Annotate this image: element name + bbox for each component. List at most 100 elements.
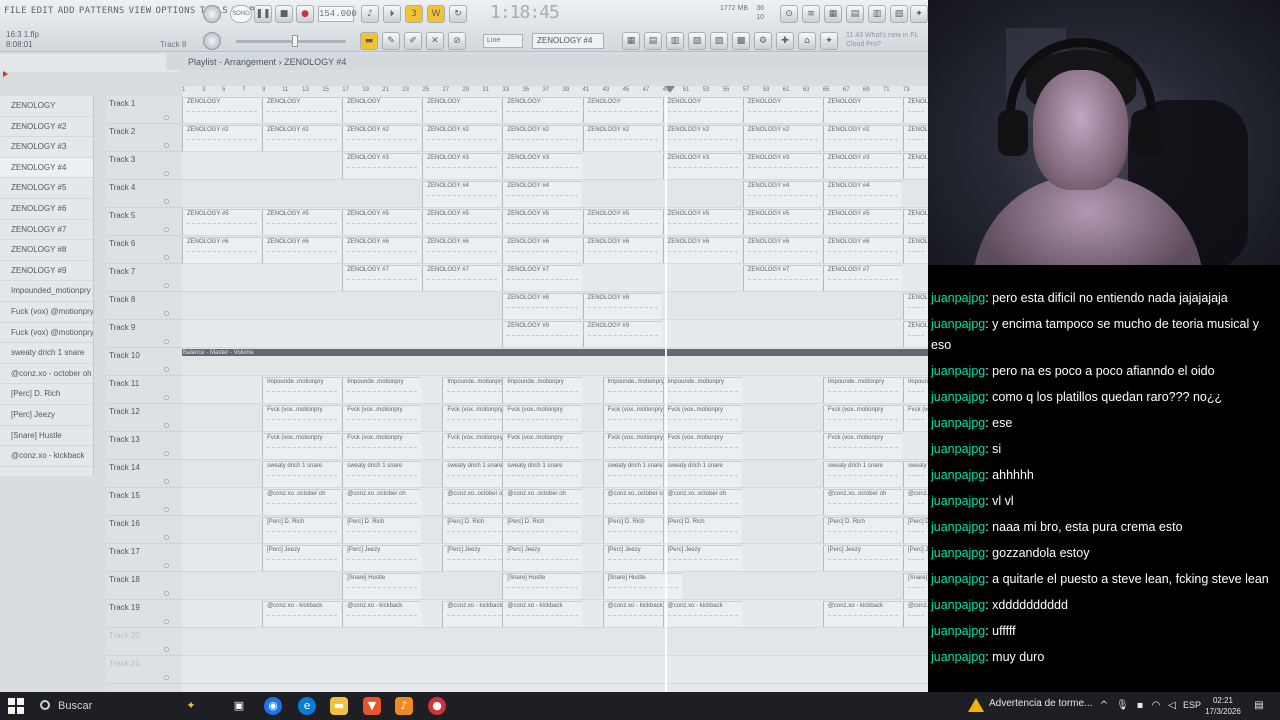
track-mute-led[interactable] xyxy=(164,311,169,316)
browser-item[interactable]: @conz.xo - kickback xyxy=(0,446,93,467)
track-mute-led[interactable] xyxy=(164,675,169,680)
pattern-clip[interactable]: ZENOLOGY #6 xyxy=(262,237,342,263)
news-panel[interactable]: 11:43 What's new in FL Cloud Pro? xyxy=(846,31,918,49)
pattern-clip[interactable]: Fvck (vox..motionpry xyxy=(262,433,342,459)
tempo-display[interactable]: 154.000 xyxy=(318,6,357,22)
channel-rack-icon[interactable]: ▦ xyxy=(824,5,842,23)
pattern-clip[interactable]: ZENOLOGY #2 xyxy=(262,125,342,151)
pattern-clip[interactable]: Impounde..motionpry xyxy=(502,377,582,403)
pattern-clip[interactable]: sweaty drich 1 snare xyxy=(262,461,342,487)
taskbar-search[interactable]: Buscar xyxy=(34,695,174,717)
track-mute-led[interactable] xyxy=(164,507,169,512)
weather-alert[interactable]: Advertencia de torme... xyxy=(989,698,1092,709)
automation-clip[interactable] xyxy=(182,349,928,356)
pattern-clip[interactable]: ZENOLOGY #5 xyxy=(902,209,928,235)
master-volume-slider-handle[interactable] xyxy=(292,35,298,47)
pattern-clip[interactable]: @conz.xo..october oh xyxy=(902,489,928,515)
pattern-clip[interactable]: ZENOLOGY #5 xyxy=(582,209,662,235)
pattern-clip[interactable]: [Perc] Jeezy xyxy=(902,545,928,571)
playlist-title-bar[interactable]: Playlist - Arrangement › ZENOLOGY #4 xyxy=(166,54,928,70)
track-header[interactable]: Track 16 xyxy=(106,516,182,544)
wait-input-icon[interactable]: ⏵ xyxy=(383,5,401,23)
pattern-clip[interactable]: ZENOLOGY #4 xyxy=(822,181,902,207)
pattern-clip[interactable]: ZENOLOGY #4 xyxy=(422,181,502,207)
track-header[interactable]: Track 13 xyxy=(106,432,182,460)
pattern-clip[interactable]: ZENOLOGY #9 xyxy=(502,321,582,347)
record-icon[interactable]: ● xyxy=(296,5,314,23)
pattern-clip[interactable]: ZENOLOGY xyxy=(902,97,928,123)
chrome-icon[interactable]: ◉ xyxy=(264,697,282,715)
pattern-clip[interactable]: sweaty drich 1 snare xyxy=(662,461,742,487)
pattern-clip[interactable]: @conz.xo - kickback xyxy=(902,601,928,627)
view-icon-5[interactable]: ▨ xyxy=(710,32,728,50)
pattern-clip[interactable]: Fvck (vox..motionpry xyxy=(502,433,582,459)
track-header[interactable]: Track 6 xyxy=(106,236,182,264)
track-mute-led[interactable] xyxy=(164,283,169,288)
pattern-clip[interactable]: ZENOLOGY #6 xyxy=(742,237,822,263)
pattern-clip[interactable]: ZENOLOGY #4 xyxy=(502,181,582,207)
browser-item[interactable]: [Snare] Hustle xyxy=(0,426,93,447)
track-mute-led[interactable] xyxy=(164,619,169,624)
pattern-clip[interactable]: Impounde..motionpry xyxy=(662,377,742,403)
menu-file[interactable]: FILE xyxy=(4,6,27,16)
pattern-clip[interactable]: Impounde..motionpry xyxy=(822,377,902,403)
pattern-clip[interactable]: ZENOLOGY #7 xyxy=(742,265,822,291)
pattern-clip[interactable]: @conz.xo..october oh xyxy=(262,489,342,515)
pattern-clip[interactable]: [Perc] D. Rich xyxy=(822,517,902,543)
edge-icon[interactable]: e xyxy=(298,697,316,715)
track-lane[interactable] xyxy=(182,628,928,656)
browser-item[interactable]: ZENOLOGY #9 xyxy=(0,261,93,282)
pattern-clip[interactable]: ZENOLOGY #5 xyxy=(342,209,422,235)
track-header[interactable]: Track 12 xyxy=(106,404,182,432)
track-header[interactable]: Track 18 xyxy=(106,572,182,600)
track-mute-led[interactable] xyxy=(164,563,169,568)
pattern-clip[interactable]: ZENOLOGY #7 xyxy=(502,265,582,291)
pause-icon[interactable]: ❚❚ xyxy=(254,5,272,23)
browser-item[interactable]: [Perc] D. Rich xyxy=(0,384,93,405)
browser-item[interactable]: ZENOLOGY #5 xyxy=(0,178,93,199)
pattern-clip[interactable]: Fvck (vox..motionpry xyxy=(662,405,742,431)
fl-studio-icon[interactable]: ♪ xyxy=(395,697,413,715)
pattern-clip[interactable]: Impounde..motionpry xyxy=(902,377,928,403)
pattern-clip[interactable]: sweaty drich 1 snare xyxy=(342,461,422,487)
pattern-clip[interactable]: ZENOLOGY #6 xyxy=(822,237,902,263)
pattern-clip[interactable]: ZENOLOGY xyxy=(262,97,342,123)
view-icon-8[interactable]: ✚ xyxy=(776,32,794,50)
track-header[interactable]: Track 7 xyxy=(106,264,182,292)
pattern-clip[interactable]: ZENOLOGY #2 xyxy=(822,125,902,151)
song-position-display[interactable]: 1:18:45 xyxy=(490,2,560,26)
pattern-clip[interactable]: @conz.xo - kickback xyxy=(262,601,342,627)
pattern-clip[interactable]: ZENOLOGY #9 xyxy=(582,321,662,347)
pattern-clip[interactable]: ZENOLOGY xyxy=(182,97,262,123)
menu-edit[interactable]: EDIT xyxy=(31,6,54,16)
browser-icon[interactable]: ▥ xyxy=(868,5,886,23)
pattern-clip[interactable]: Fvck (vox..motionpry xyxy=(902,405,928,431)
pattern-clip[interactable]: @conz.xo..october oh xyxy=(662,489,742,515)
pattern-clip[interactable]: ZENOLOGY xyxy=(582,97,662,123)
browser-item[interactable]: [Perc] Jeezy xyxy=(0,405,93,426)
pattern-selector[interactable]: ZENOLOGY #4 xyxy=(532,33,604,49)
pattern-clip[interactable]: [Perc] D. Rich xyxy=(342,517,422,543)
track-mute-led[interactable] xyxy=(164,451,169,456)
pattern-clip[interactable]: ZENOLOGY #5 xyxy=(262,209,342,235)
loop-record-icon[interactable]: ↻ xyxy=(449,5,467,23)
song-mode-button[interactable]: SONG xyxy=(230,5,252,23)
browser-item[interactable]: ZENOLOGY xyxy=(0,96,93,117)
track-mute-led[interactable] xyxy=(164,339,169,344)
pattern-clip[interactable]: ZENOLOGY #3 xyxy=(422,153,502,179)
pattern-clip[interactable]: ZENOLOGY #5 xyxy=(182,209,262,235)
track-header[interactable]: Track 4 xyxy=(106,180,182,208)
pattern-clip[interactable]: ZENOLOGY #3 xyxy=(342,153,422,179)
pattern-clip[interactable]: Impounde..motionpry xyxy=(342,377,422,403)
browser-item[interactable]: Fuck (vox) @motionpry xyxy=(0,323,93,344)
countdown-icon[interactable]: 3 xyxy=(405,5,423,23)
track-mute-led[interactable] xyxy=(164,115,169,120)
pattern-clip[interactable]: ZENOLOGY #7 xyxy=(822,265,902,291)
pattern-clip[interactable]: ZENOLOGY xyxy=(342,97,422,123)
pattern-clip[interactable]: ZENOLOGY #3 xyxy=(902,153,928,179)
pattern-clip[interactable]: sweaty drich 1 snare xyxy=(902,461,928,487)
pattern-clip[interactable]: ZENOLOGY #5 xyxy=(502,209,582,235)
master-volume-knob[interactable] xyxy=(203,5,221,23)
pattern-clip[interactable]: @conz.xo..october oh xyxy=(822,489,902,515)
pattern-clip[interactable]: ZENOLOGY #3 xyxy=(742,153,822,179)
